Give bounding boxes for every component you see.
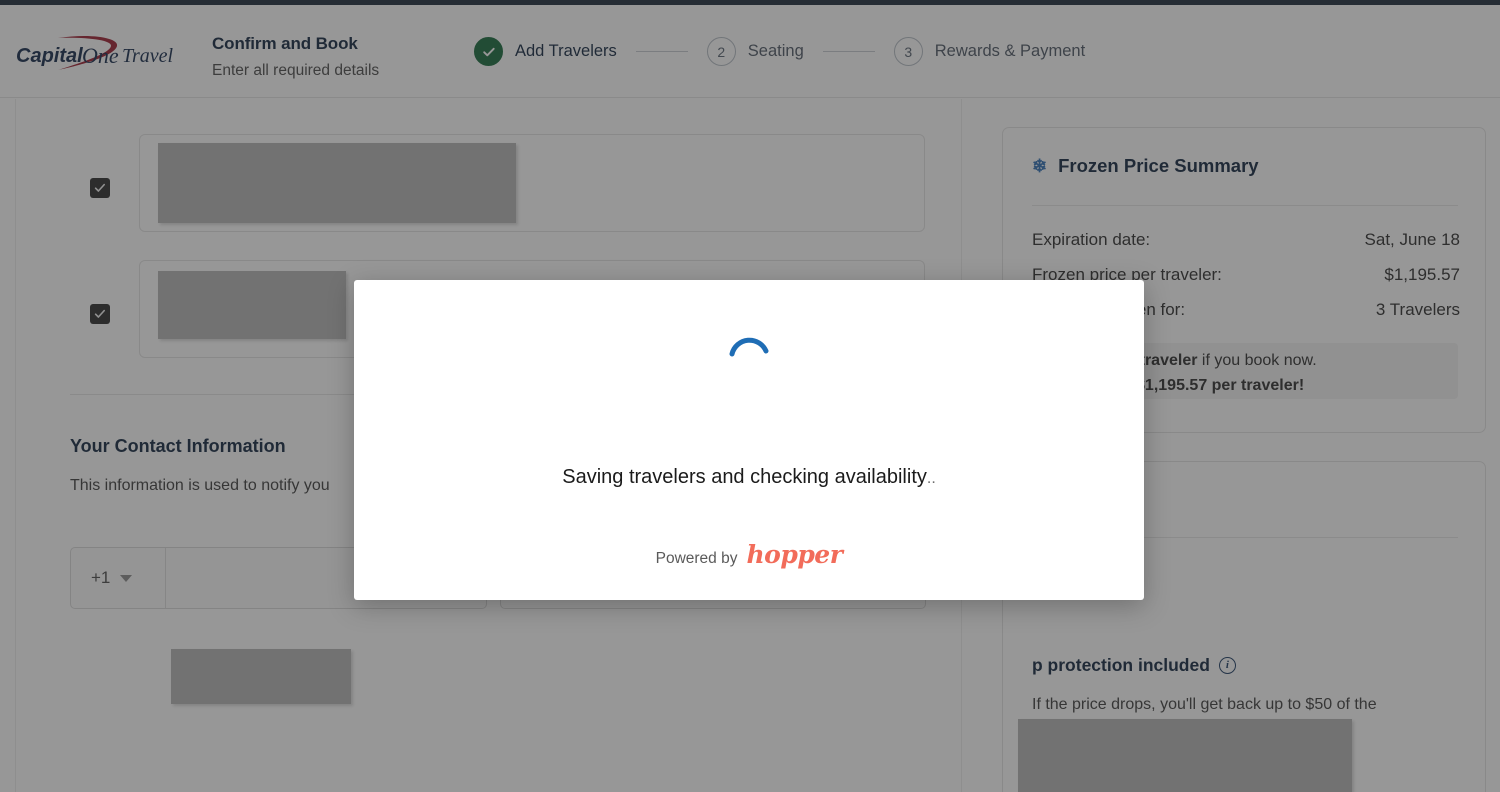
loading-modal: Saving travelers and checking availabili… (354, 280, 1144, 600)
page-root: Capital One Travel Confirm and Book Ente… (0, 0, 1500, 792)
powered-by-row: Powered by hopper (354, 542, 1144, 568)
loading-spinner-icon (729, 337, 769, 357)
loading-message: Saving travelers and checking availabili… (562, 466, 927, 488)
hopper-logo: hopper (746, 540, 843, 569)
loading-spinner-container (354, 320, 1144, 376)
loading-message-row: Saving travelers and checking availabili… (354, 466, 1144, 489)
powered-by-label: Powered by (655, 550, 738, 567)
loading-message-ellipsis: .. (926, 470, 936, 487)
